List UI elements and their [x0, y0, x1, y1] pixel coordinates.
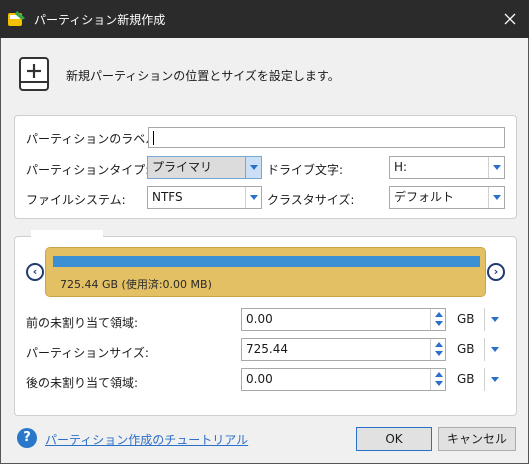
partition-type-value: プライマリ: [152, 160, 213, 174]
unallocated-before-unit-dropdown[interactable]: [487, 308, 503, 331]
arrow-up-icon: [435, 342, 443, 347]
cluster-size-value: デフォルト: [394, 190, 455, 204]
text-caret: [153, 131, 154, 145]
unallocated-before-unit: GB: [453, 308, 484, 331]
partition-layout-bar[interactable]: 725.44 GB (使用済:0.00 MB): [45, 247, 486, 297]
partition-size-label: パーティションサイズ:: [26, 346, 149, 360]
partition-size-text: 725.44 GB (使用済:0.00 MB): [60, 278, 212, 291]
cancel-button[interactable]: キャンセル: [438, 427, 516, 451]
file-system-dropdown-button[interactable]: [245, 187, 261, 208]
unallocated-before-input[interactable]: 0.00: [241, 308, 446, 331]
window-title: パーティション新規作成: [34, 13, 166, 27]
unallocated-after-unit: GB: [453, 368, 484, 391]
ok-button[interactable]: OK: [356, 427, 432, 451]
unit-divider: [484, 338, 485, 361]
chevron-left-icon: ‹: [32, 265, 38, 278]
unit-divider: [484, 308, 485, 331]
new-partition-disk-icon: [19, 57, 49, 91]
partition-size-spinner[interactable]: [430, 339, 445, 360]
help-icon[interactable]: ?: [17, 428, 37, 448]
unallocated-before-label: 前の未割り当て領域:: [26, 316, 139, 330]
partition-type-dropdown-button[interactable]: [245, 157, 261, 178]
arrow-down-icon: [435, 351, 443, 356]
title-bar: パーティション新規作成: [0, 0, 529, 38]
partition-size-unit-dropdown[interactable]: [487, 338, 503, 361]
drive-letter-label: ドライブ文字:: [267, 163, 344, 177]
dialog-body: 新規パーティションの位置とサイズを設定します。 パーティションのラベル: パーテ…: [0, 38, 529, 464]
drive-letter-value: H:: [394, 160, 408, 174]
cluster-size-dropdown-button[interactable]: [488, 187, 504, 208]
unallocated-after-input[interactable]: 0.00: [241, 368, 446, 391]
partition-type-select[interactable]: プライマリ: [147, 156, 262, 179]
chevron-down-icon: [250, 165, 258, 170]
size-location-legend: サイズと位置: [31, 230, 103, 246]
drive-letter-select[interactable]: H:: [389, 156, 505, 179]
partition-type-label: パーティションタイプ:: [26, 163, 150, 177]
close-icon[interactable]: [497, 6, 523, 32]
move-right-button[interactable]: ›: [487, 263, 505, 281]
app-logo-icon: [8, 11, 25, 26]
tutorial-link[interactable]: パーティション作成のチュートリアル: [45, 431, 248, 448]
move-left-button[interactable]: ‹: [26, 263, 44, 281]
unallocated-after-label: 後の未割り当て領域:: [26, 376, 139, 390]
chevron-down-icon: [491, 377, 499, 382]
arrow-up-icon: [435, 372, 443, 377]
cluster-size-select[interactable]: デフォルト: [389, 186, 505, 209]
chevron-right-icon: ›: [493, 265, 499, 278]
unallocated-after-unit-dropdown[interactable]: [487, 368, 503, 391]
chevron-down-icon: [491, 347, 499, 352]
partition-size-input[interactable]: 725.44: [241, 338, 446, 361]
file-system-value: NTFS: [152, 190, 183, 204]
unallocated-after-value: 0.00: [246, 372, 273, 386]
partition-label-label: パーティションのラベル:: [26, 132, 162, 146]
unallocated-before-value: 0.00: [246, 312, 273, 326]
unallocated-before-spinner[interactable]: [430, 309, 445, 330]
arrow-down-icon: [435, 381, 443, 386]
drive-letter-dropdown-button[interactable]: [488, 157, 504, 178]
file-system-label: ファイルシステム:: [26, 193, 126, 207]
unit-divider: [484, 368, 485, 391]
unallocated-after-spinner[interactable]: [430, 369, 445, 390]
intro-text: 新規パーティションの位置とサイズを設定します。: [66, 69, 340, 83]
chevron-down-icon: [493, 165, 501, 170]
partition-size-value: 725.44: [246, 342, 288, 356]
arrow-down-icon: [435, 321, 443, 326]
partition-label-input[interactable]: [148, 127, 505, 148]
chevron-down-icon: [250, 195, 258, 200]
arrow-up-icon: [435, 312, 443, 317]
chevron-down-icon: [493, 195, 501, 200]
cluster-size-label: クラスタサイズ:: [267, 193, 355, 207]
partition-fill: [53, 256, 480, 267]
file-system-select[interactable]: NTFS: [147, 186, 262, 209]
partition-size-unit: GB: [453, 338, 484, 361]
chevron-down-icon: [491, 317, 499, 322]
